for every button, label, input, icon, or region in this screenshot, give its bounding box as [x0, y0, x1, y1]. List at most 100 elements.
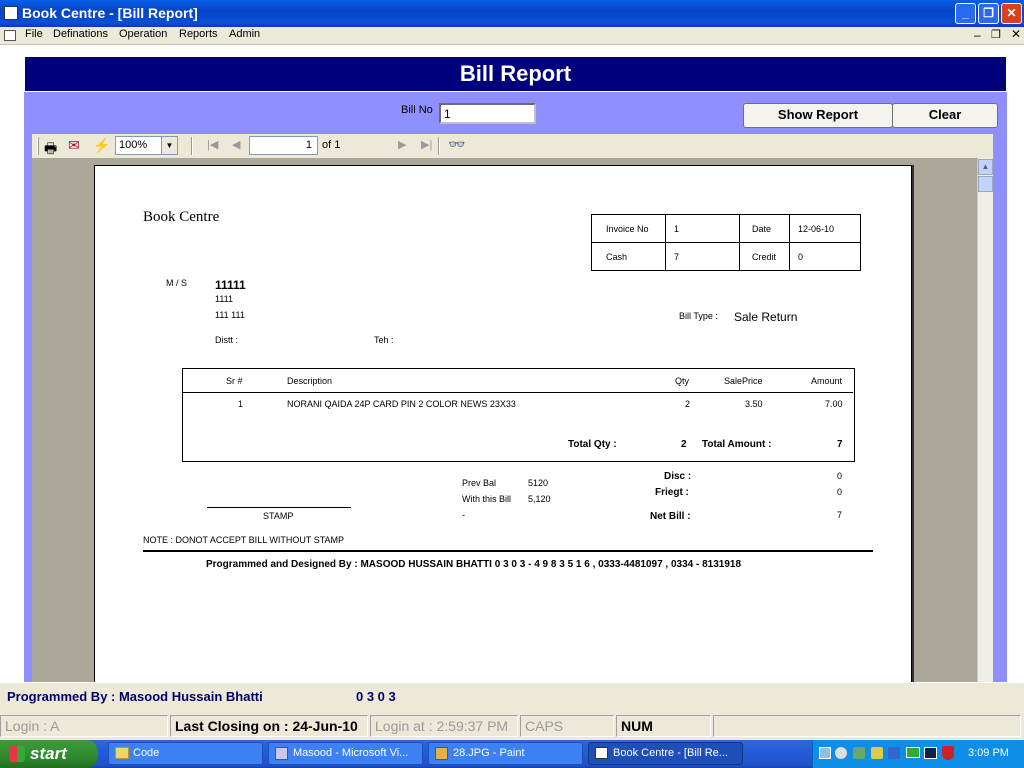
app-window-icon — [595, 747, 608, 759]
row-qty: 2 — [685, 399, 691, 409]
status-last-closing: Last Closing on : 24-Jun-10 — [170, 715, 368, 737]
total-amount-value: 7 — [837, 439, 843, 450]
system-tray: 3:09 PM — [812, 740, 1024, 768]
cash-value: 7 — [665, 242, 740, 271]
cash-label: Cash — [591, 242, 666, 271]
menu-operation[interactable]: Operation — [119, 28, 167, 40]
child-minimize-button[interactable]: – — [974, 28, 981, 42]
task-label: 28.JPG - Paint — [453, 747, 525, 759]
paint-icon — [435, 747, 448, 760]
prev-bal-label: Prev Bal — [462, 478, 497, 488]
window-titlebar: Book Centre - [Bill Report] _ ❐ ✕ — [0, 0, 1024, 27]
export-icon[interactable]: ✉ — [68, 137, 80, 154]
last-page-icon[interactable]: ▶| — [421, 138, 432, 151]
task-code[interactable]: Code — [108, 742, 263, 765]
disc-value: 0 — [837, 471, 843, 481]
company-name: Book Centre — [143, 209, 220, 225]
menu-reports[interactable]: Reports — [179, 28, 218, 40]
task-label: Masood - Microsoft Vi... — [293, 747, 409, 759]
window-title: Book Centre - [Bill Report] — [22, 5, 198, 21]
total-qty-label: Total Qty : — [568, 439, 617, 450]
tray-battery-icon[interactable] — [906, 747, 920, 758]
vertical-scrollbar[interactable]: ▲ — [977, 158, 993, 682]
programmer-code: 0 3 0 3 — [356, 689, 396, 704]
row-description: NORANI QAIDA 24P CARD PIN 2 COLOR NEWS 2… — [287, 399, 516, 409]
tray-bluetooth-icon[interactable] — [888, 747, 900, 759]
scroll-up-icon[interactable]: ▲ — [978, 159, 993, 175]
with-bill-value: 5,120 — [528, 494, 551, 504]
clear-button[interactable]: Clear — [892, 103, 998, 128]
credit-label: Credit — [739, 242, 790, 271]
child-close-button[interactable]: ✕ — [1011, 27, 1021, 41]
note-divider — [143, 550, 873, 552]
row-sr: 1 — [238, 399, 244, 409]
stamp-line — [207, 507, 351, 508]
net-bill-value: 7 — [837, 510, 843, 520]
page-title: Bill Report — [459, 61, 572, 86]
customer-line-2: 111 111 — [215, 310, 245, 320]
column-header-amount: Amount — [811, 376, 843, 386]
child-restore-button[interactable]: ❐ — [991, 28, 1001, 41]
start-label: start — [30, 744, 67, 763]
minimize-button[interactable]: _ — [955, 3, 976, 24]
menu-bar: File Definations Operation Reports Admin… — [0, 27, 1024, 45]
task-visual-studio[interactable]: Masood - Microsoft Vi... — [268, 742, 423, 765]
date-value: 12-06-10 — [789, 214, 861, 243]
zoom-select[interactable]: 100% ▼ — [115, 136, 178, 155]
bill-no-input[interactable]: 1 — [439, 103, 536, 124]
tray-monitor-icon[interactable] — [924, 747, 937, 759]
toolbar-separator — [438, 137, 440, 155]
network-icon[interactable] — [819, 747, 831, 759]
windows-logo-icon — [9, 746, 25, 762]
invoice-no-value: 1 — [665, 214, 740, 243]
mdi-left-border — [0, 45, 24, 682]
total-amount-label: Total Amount : — [702, 439, 772, 450]
column-header-description: Description — [287, 376, 333, 386]
prev-page-icon[interactable]: ◀ — [232, 138, 240, 151]
toolbar-separator — [191, 137, 193, 155]
tray-pencil-icon[interactable] — [871, 747, 883, 759]
prev-bal-value: 5120 — [528, 478, 549, 488]
visual-studio-icon — [275, 747, 288, 760]
task-label: Book Centre - [Bill Re... — [613, 747, 728, 759]
first-page-icon[interactable]: |◀ — [207, 138, 218, 151]
chevron-down-icon[interactable]: ▼ — [161, 137, 177, 154]
restore-button[interactable]: ❐ — [978, 3, 999, 24]
friegt-label: Friegt : — [655, 487, 689, 498]
scroll-thumb[interactable] — [978, 176, 993, 192]
page-count: of 1 — [322, 139, 341, 151]
distt-label: Distt : — [215, 335, 239, 345]
programmer-credit: Programmed and Designed By : MASOOD HUSS… — [206, 559, 742, 570]
bill-no-label: Bill No — [401, 104, 433, 116]
mdi-child-icon[interactable] — [4, 30, 16, 41]
row-amount: 7.00 — [825, 399, 843, 409]
refresh-lightning-icon[interactable]: ⚡ — [93, 137, 110, 154]
task-book-centre[interactable]: Book Centre - [Bill Re... — [588, 742, 743, 765]
start-button[interactable]: start — [0, 740, 98, 768]
clock: 3:09 PM — [968, 747, 1009, 759]
status-bar: Login : A Last Closing on : 24-Jun-10 Lo… — [0, 713, 1024, 739]
next-page-icon[interactable]: ▶ — [398, 138, 406, 151]
volume-icon[interactable] — [835, 747, 847, 759]
info-bar: Programmed By : Masood Hussain Bhatti 0 … — [0, 682, 1024, 711]
close-button[interactable]: ✕ — [1001, 3, 1022, 24]
tray-shield-icon[interactable] — [942, 746, 954, 760]
status-login: Login : A — [0, 715, 168, 737]
disc-label: Disc : — [664, 471, 692, 482]
menu-admin[interactable]: Admin — [229, 28, 260, 40]
menu-file[interactable]: File — [25, 28, 43, 40]
ms-label: M / S — [166, 278, 188, 288]
invoice-box: Invoice No 1 Date 12-06-10 Cash 7 Credit… — [591, 214, 861, 271]
task-paint[interactable]: 28.JPG - Paint — [428, 742, 583, 765]
search-binoculars-icon[interactable]: 👓 — [448, 136, 465, 153]
tray-app-icon[interactable] — [853, 747, 865, 759]
table-row: 1 NORANI QAIDA 24P CARD PIN 2 COLOR NEWS… — [183, 397, 853, 413]
page-number-input[interactable]: 1 — [249, 136, 318, 155]
dash-mark: - — [462, 510, 465, 520]
column-header-saleprice: SalePrice — [724, 376, 763, 386]
note-text: NOTE : DONOT ACCEPT BILL WITHOUT STAMP — [143, 535, 345, 545]
show-report-button[interactable]: Show Report — [743, 103, 893, 128]
menu-definations[interactable]: Definations — [53, 28, 108, 40]
items-table-header: Sr # Description Qty SalePrice Amount — [183, 369, 853, 393]
column-header-qty: Qty — [675, 376, 690, 386]
